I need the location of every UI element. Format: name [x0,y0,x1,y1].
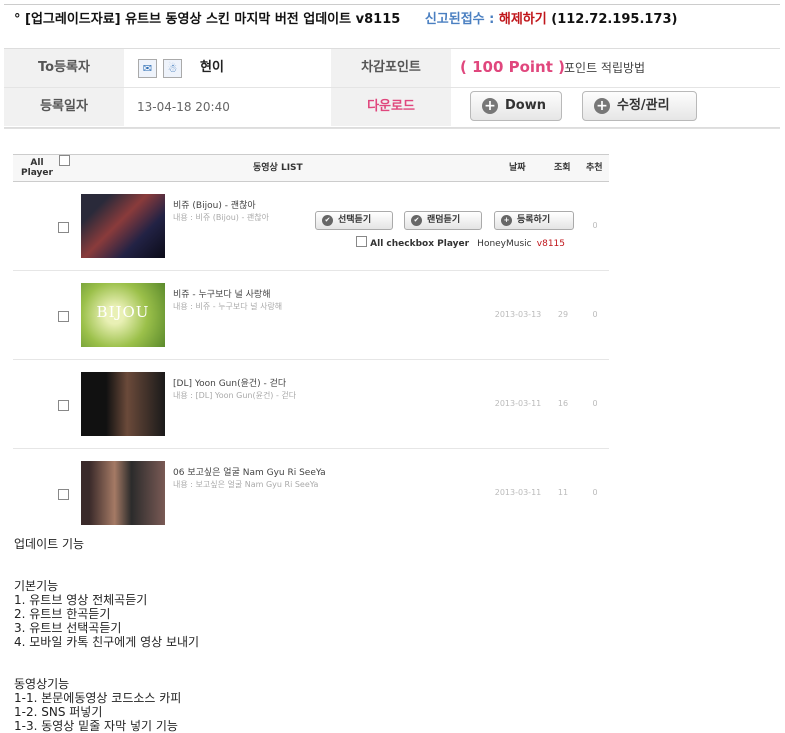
row-date: 2013-03-13 [494,310,542,319]
feature-item: 1. 유트브 영상 전체곡듣기 [14,593,148,607]
recommend-header: 추천 [586,163,603,173]
select-play-label: 선택듣기 [338,215,372,225]
report-label: 신고된접수 : [424,12,495,27]
post-title: ° [업그레이드자료] 유트브 동영상 스킨 마지막 버전 업데이트 v8115 [14,12,401,27]
list-item: [DL] Yoon Gun(윤건) - 걷다 내용 : [DL] Yoon Gu… [13,360,609,449]
video-thumbnail[interactable] [81,461,165,525]
post-body: 업데이트 기능 기본기능 1. 유트브 영상 전체곡듣기 2. 유트브 한곡듣기… [14,537,414,733]
feature-item: 3. 유트브 선택곡듣기 [14,621,122,635]
video-subtitle: 내용 : 비쥬 - 누구보다 널 사랑해 [173,302,283,311]
all-checkbox-player: All checkbox Player HoneyMusic v8115 [356,236,565,249]
edit-button[interactable]: + 수정/관리 [582,91,697,121]
select-all-checkbox[interactable] [59,155,70,166]
video-title[interactable]: [DL] Yoon Gun(윤건) - 걷다 [173,376,286,389]
row-checkbox[interactable] [58,489,69,500]
version-label: v8115 [536,239,565,249]
user-icon[interactable]: ☃ [163,59,182,78]
random-play-button[interactable]: ✔ 랜덤듣기 [404,211,482,230]
date-header: 날짜 [509,163,526,173]
all-checkbox-label: All checkbox Player [370,239,470,249]
player-header: All Player 동영상 LIST 날짜 조회 추천 [13,154,609,182]
info-row-registrant: To등록자 ✉ ☃ 현이 차감포인트 ( 100 Point ) 포인트 적립방… [4,49,780,88]
deduct-points-label: 차감포인트 [331,49,451,87]
basic-features-title: 기본기능 [14,579,59,593]
down-button[interactable]: + Down [470,91,562,121]
video-player-list: All Player 동영상 LIST 날짜 조회 추천 비쥬 (Bijou) … [13,154,609,537]
all-checkbox[interactable] [356,236,367,247]
reg-date-label: 등록일자 [4,88,124,126]
row-date: 2013-03-11 [494,399,542,408]
row-views: 11 [557,488,569,497]
feature-item: 2. 유트브 한곡듣기 [14,607,111,621]
video-features-title: 동영상기능 [14,677,70,691]
row-checkbox[interactable] [58,222,69,233]
video-subtitle: 내용 : 비쥬 (Bijou) - 괜찮아 [173,213,269,222]
plus-icon: + [594,98,610,114]
registrant-name[interactable]: 현이 [200,49,224,87]
select-play-button[interactable]: ✔ 선택듣기 [315,211,393,230]
check-icon: ✔ [322,215,333,226]
register-label: 등록하기 [517,215,551,225]
video-subtitle: 내용 : [DL] Yoon Gun(윤건) - 걷다 [173,391,297,400]
points-link[interactable]: 포인트 적립방법 [564,49,645,87]
post-info-table: To등록자 ✉ ☃ 현이 차감포인트 ( 100 Point ) 포인트 적립방… [4,48,780,128]
top-divider [4,4,780,5]
down-button-label: Down [505,98,546,113]
views-header: 조회 [554,163,571,173]
video-thumbnail[interactable]: BIJOU [81,283,165,347]
thumbnail-text: BIJOU [96,303,150,321]
mail-icon[interactable]: ✉ [138,59,157,78]
row-recommend: 0 [592,310,598,319]
row-date: 2013-03-11 [494,488,542,497]
row-recommend: 0 [592,399,598,408]
list-item: BIJOU 비쥬 - 누구보다 널 사랑해 내용 : 비쥬 - 누구보다 널 사… [13,271,609,360]
row-views: 16 [557,399,569,408]
plus-icon: + [501,215,512,226]
edit-button-label: 수정/관리 [617,98,670,113]
list-item: 비쥬 (Bijou) - 괜찮아 내용 : 비쥬 (Bijou) - 괜찮아 ✔… [13,182,609,271]
info-divider [4,128,780,129]
all-player-label: All Player [21,158,53,178]
reg-date-value: 13-04-18 20:40 [137,100,230,114]
feature-item: 4. 모바일 카톡 친구에게 영상 보내기 [14,635,200,649]
update-heading: 업데이트 기능 [14,537,85,551]
row-recommend: 0 [592,488,598,497]
list-item: 06 보고싶은 얼굴 Nam Gyu Ri SeeYa 내용 : 보고싶은 얼굴… [13,449,609,537]
honeymusic-label: HoneyMusic [477,239,532,249]
random-play-label: 랜덤듣기 [427,215,461,225]
feature-item: 1-2. SNS 퍼넣기 [14,705,103,719]
row-views: 29 [557,310,569,319]
feature-item: 1-1. 본문에동영상 코드소스 카피 [14,691,182,705]
video-thumbnail[interactable] [81,372,165,436]
release-link[interactable]: 해제하기 [499,12,547,27]
check-icon: ✔ [411,215,422,226]
row-checkbox[interactable] [58,400,69,411]
points-value: ( 100 Point ) [460,58,565,76]
post-title-block: ° [업그레이드자료] 유트브 동영상 스킨 마지막 버전 업데이트 v8115… [14,12,714,28]
video-title[interactable]: 06 보고싶은 얼굴 Nam Gyu Ri SeeYa [173,465,326,478]
register-button[interactable]: + 등록하기 [494,211,574,230]
list-title: 동영상 LIST [253,163,303,173]
row-recommend: 0 [592,221,598,230]
video-title[interactable]: 비쥬 (Bijou) - 괜찮아 [173,198,256,211]
video-thumbnail[interactable] [81,194,165,258]
info-row-date: 등록일자 13-04-18 20:40 다운로드 + Down + 수정/관리 [4,88,780,126]
download-label: 다운로드 [331,88,451,126]
plus-icon: + [482,98,498,114]
registrant-label: To등록자 [4,49,124,87]
ip-address: (112.72.195.173) [551,12,678,27]
video-subtitle: 내용 : 보고싶은 얼굴 Nam Gyu Ri SeeYa [173,480,319,489]
video-title[interactable]: 비쥬 - 누구보다 널 사랑해 [173,287,271,300]
row-checkbox[interactable] [58,311,69,322]
